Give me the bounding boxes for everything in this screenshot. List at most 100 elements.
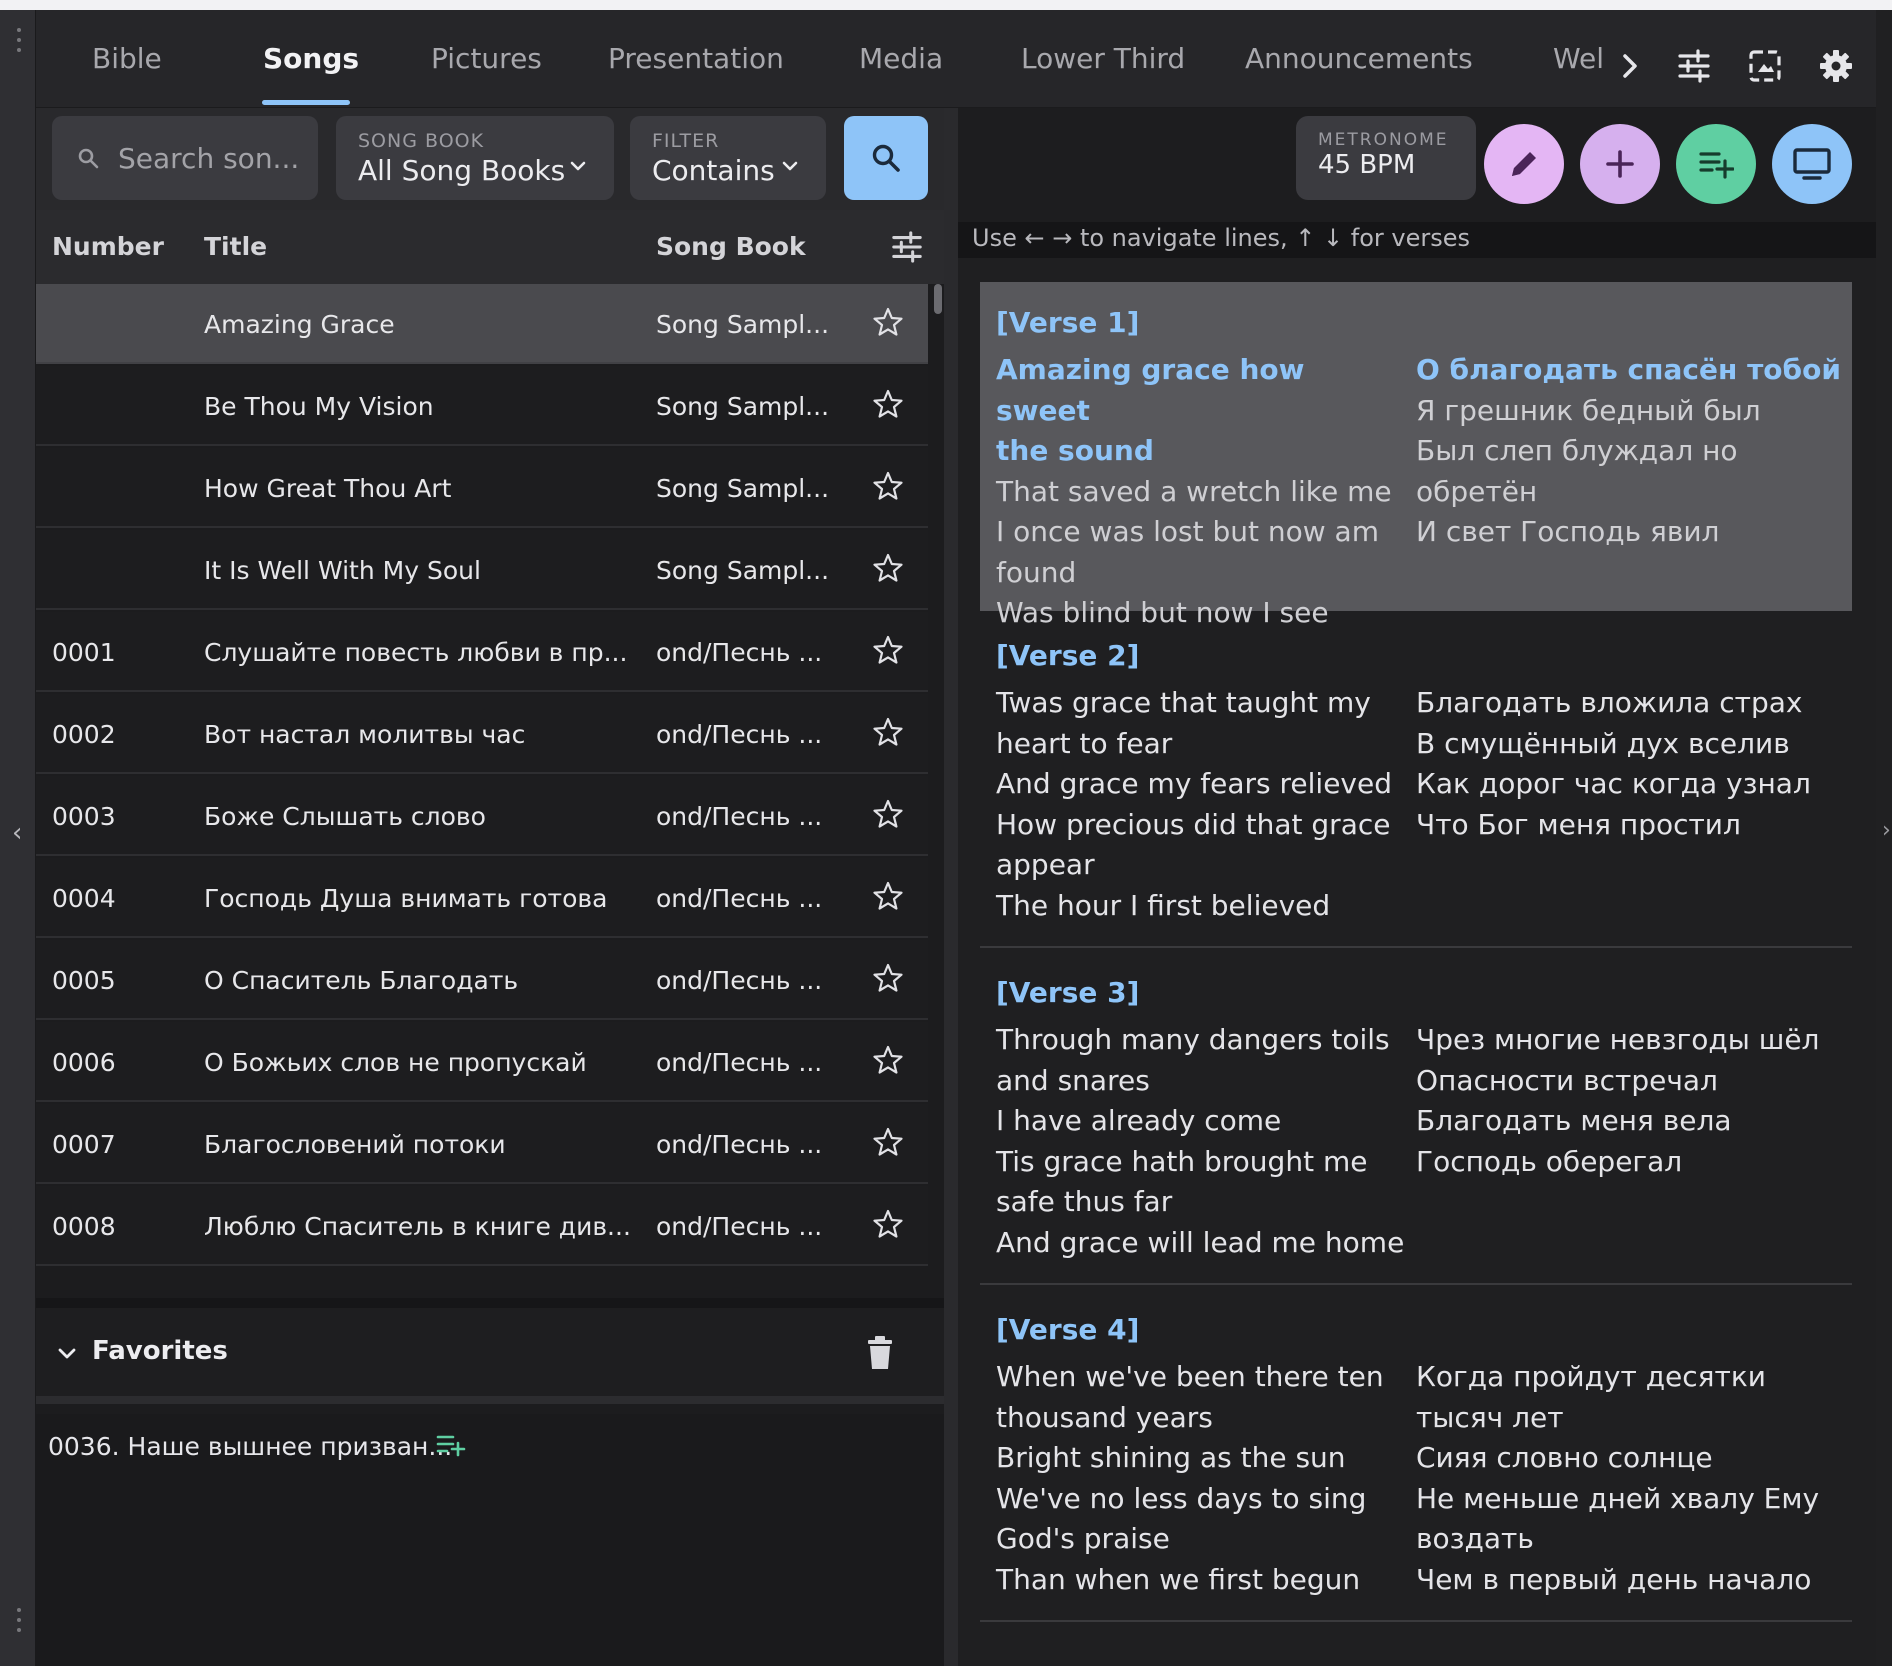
lyric-line-russian[interactable]: воздать — [1416, 1519, 1846, 1560]
lyric-line-english[interactable]: found — [996, 553, 1406, 594]
lyric-line-english[interactable]: Twas grace that taught my — [996, 683, 1406, 724]
collapse-right-chevron-icon[interactable]: › — [1882, 818, 1891, 843]
lyric-line-english[interactable]: appear — [996, 845, 1406, 886]
lyric-line-english[interactable]: How precious did that grace — [996, 805, 1406, 846]
star-icon[interactable] — [872, 798, 904, 830]
star-icon[interactable] — [872, 306, 904, 338]
column-title[interactable]: Title — [204, 232, 267, 261]
tab-songs[interactable]: Songs — [263, 10, 383, 108]
gear-icon[interactable] — [1818, 48, 1854, 84]
lyric-line-english[interactable]: I have already come — [996, 1101, 1406, 1142]
table-row[interactable]: Be Thou My Vision Song Sampl... — [36, 366, 928, 446]
lyric-line-english[interactable]: Bright shining as the sun — [996, 1438, 1406, 1479]
tab-presentation[interactable]: Presentation — [608, 10, 808, 108]
drag-grip-top[interactable] — [17, 28, 21, 58]
chevron-down-icon[interactable] — [56, 1342, 78, 1364]
lyric-line-russian[interactable]: Опасности встречал — [1416, 1061, 1846, 1102]
lyric-line-russian[interactable]: Как дорог час когда узнал — [1416, 764, 1846, 805]
lyric-line-russian[interactable]: Господь оберегал — [1416, 1142, 1846, 1183]
song-book-select[interactable]: SONG BOOK All Song Books — [336, 116, 614, 200]
star-icon[interactable] — [872, 634, 904, 666]
table-row[interactable]: 0008 Люблю Спаситель в книге див... ond/Пе… — [36, 1186, 928, 1266]
lyric-line-russian[interactable]: Чем в первый день начало — [1416, 1560, 1846, 1601]
lyric-line-russian[interactable]: Что Бог меня простил — [1416, 805, 1846, 846]
star-icon[interactable] — [872, 962, 904, 994]
star-icon[interactable] — [872, 716, 904, 748]
table-row[interactable]: It Is Well With My Soul Song Sampl... — [36, 530, 928, 610]
edit-song-button[interactable] — [1484, 124, 1564, 204]
lyric-line-english[interactable]: the sound — [996, 431, 1406, 472]
tab-pictures[interactable]: Pictures — [431, 10, 561, 108]
filter-select[interactable]: FILTER Contains — [630, 116, 826, 200]
list-scrollbar-thumb[interactable] — [934, 284, 942, 314]
star-icon[interactable] — [872, 470, 904, 502]
table-row[interactable]: 0007 Благословений потоки ond/Песнь ... — [36, 1104, 928, 1184]
lyric-line-english[interactable]: When we've been there ten — [996, 1357, 1406, 1398]
column-settings-icon[interactable] — [890, 230, 924, 264]
fit-screen-icon[interactable] — [1747, 48, 1783, 84]
verse-block[interactable]: [Verse 4] When we've been there ten thousa… — [980, 1291, 1852, 1622]
tab-bible[interactable]: Bible — [92, 10, 212, 108]
column-number[interactable]: Number — [52, 232, 164, 261]
add-song-button[interactable] — [1580, 124, 1660, 204]
lyric-line-english[interactable]: Amazing grace how sweet — [996, 350, 1406, 431]
lyric-line-russian[interactable]: Когда пройдут десятки — [1416, 1357, 1846, 1398]
lyric-line-english[interactable]: The hour I first believed — [996, 886, 1406, 927]
lyric-line-russian[interactable]: Благодать меня вела — [1416, 1101, 1846, 1142]
tab-web[interactable]: Wel — [1553, 10, 1611, 108]
table-row[interactable]: 0006 О Божьих слов не пропускай ond/Песнь … — [36, 1022, 928, 1102]
verse-block[interactable]: [Verse 3] Through many dangers toils and s… — [980, 954, 1852, 1285]
lyric-line-english[interactable]: Through many dangers toils — [996, 1020, 1406, 1061]
lyric-line-english[interactable]: And grace will lead me home — [996, 1223, 1406, 1264]
table-row[interactable]: 0005 О Спаситель Благодать ond/Песнь ... — [36, 940, 928, 1020]
search-input[interactable]: Search son... — [52, 116, 318, 200]
table-row[interactable]: 0003 Боже Слышать слово ond/Песнь ... — [36, 776, 928, 856]
add-to-queue-button[interactable] — [1676, 124, 1756, 204]
playlist-add-icon[interactable] — [436, 1432, 466, 1458]
lyric-line-english[interactable]: That saved a wretch like me — [996, 472, 1406, 513]
star-icon[interactable] — [872, 1044, 904, 1076]
table-row[interactable]: 0004 Господь Душа внимать готова ond/Песнь… — [36, 858, 928, 938]
star-icon[interactable] — [872, 880, 904, 912]
lyric-line-russian[interactable]: обретён — [1416, 472, 1846, 513]
star-icon[interactable] — [872, 1208, 904, 1240]
panel-divider[interactable] — [944, 108, 958, 1666]
tune-icon[interactable] — [1676, 48, 1712, 84]
lyric-line-russian[interactable]: Был слеп блуждал но — [1416, 431, 1846, 472]
column-song-book[interactable]: Song Book — [656, 232, 806, 261]
lyric-line-russian[interactable]: Чрез многие невзгоды шёл — [1416, 1020, 1846, 1061]
table-row[interactable]: How Great Thou Art Song Sampl... — [36, 448, 928, 528]
lyric-line-russian[interactable]: Я грешник бедный был — [1416, 391, 1846, 432]
collapse-left-chevron-icon[interactable]: ‹ — [12, 818, 22, 848]
lyric-line-russian[interactable]: Не меньше дней хвалу Ему — [1416, 1479, 1846, 1520]
lyric-line-english[interactable]: thousand years — [996, 1398, 1406, 1439]
chevron-right-icon[interactable] — [1612, 48, 1648, 84]
table-row[interactable]: 0002 Вот настал молитвы час ond/Песнь ... — [36, 694, 928, 774]
lyric-line-english[interactable]: We've no less days to sing — [996, 1479, 1406, 1520]
tab-lower-third[interactable]: Lower Third — [1021, 10, 1201, 108]
tab-media[interactable]: Media — [859, 10, 969, 108]
lyric-line-english[interactable]: And grace my fears relieved — [996, 764, 1406, 805]
lyric-line-english[interactable]: heart to fear — [996, 724, 1406, 765]
lyric-line-english[interactable]: God's praise — [996, 1519, 1406, 1560]
lyric-line-russian[interactable]: Благодать вложила страх — [1416, 683, 1846, 724]
lyric-line-english[interactable]: and snares — [996, 1061, 1406, 1102]
star-icon[interactable] — [872, 388, 904, 420]
star-icon[interactable] — [872, 552, 904, 584]
search-button[interactable] — [844, 116, 928, 200]
lyric-line-english[interactable]: I once was lost but now am — [996, 512, 1406, 553]
table-row[interactable]: Amazing Grace Song Sampl... — [36, 284, 928, 364]
lyric-line-russian[interactable]: О благодать спасён тобой — [1416, 350, 1846, 391]
table-row[interactable]: 0001 Слушайте повесть любви в пр... ond/Пе… — [36, 612, 928, 692]
lyric-line-russian[interactable]: В смущённый дух вселив — [1416, 724, 1846, 765]
drag-grip-bottom[interactable] — [17, 1608, 21, 1638]
lyric-line-english[interactable]: safe thus far — [996, 1182, 1406, 1223]
lyric-line-russian[interactable]: тысяч лет — [1416, 1398, 1846, 1439]
favorite-item[interactable]: 0036. Наше вышнее призван... — [48, 1432, 452, 1461]
verse-block[interactable]: [Verse 1] Amazing grace how sweet the soun… — [980, 282, 1852, 629]
trash-icon[interactable] — [866, 1336, 894, 1370]
tab-announcements[interactable]: Announcements — [1245, 10, 1485, 108]
present-button[interactable] — [1772, 124, 1852, 204]
lyric-line-english[interactable]: Than when we first begun — [996, 1560, 1406, 1601]
lyric-line-english[interactable]: Tis grace hath brought me — [996, 1142, 1406, 1183]
